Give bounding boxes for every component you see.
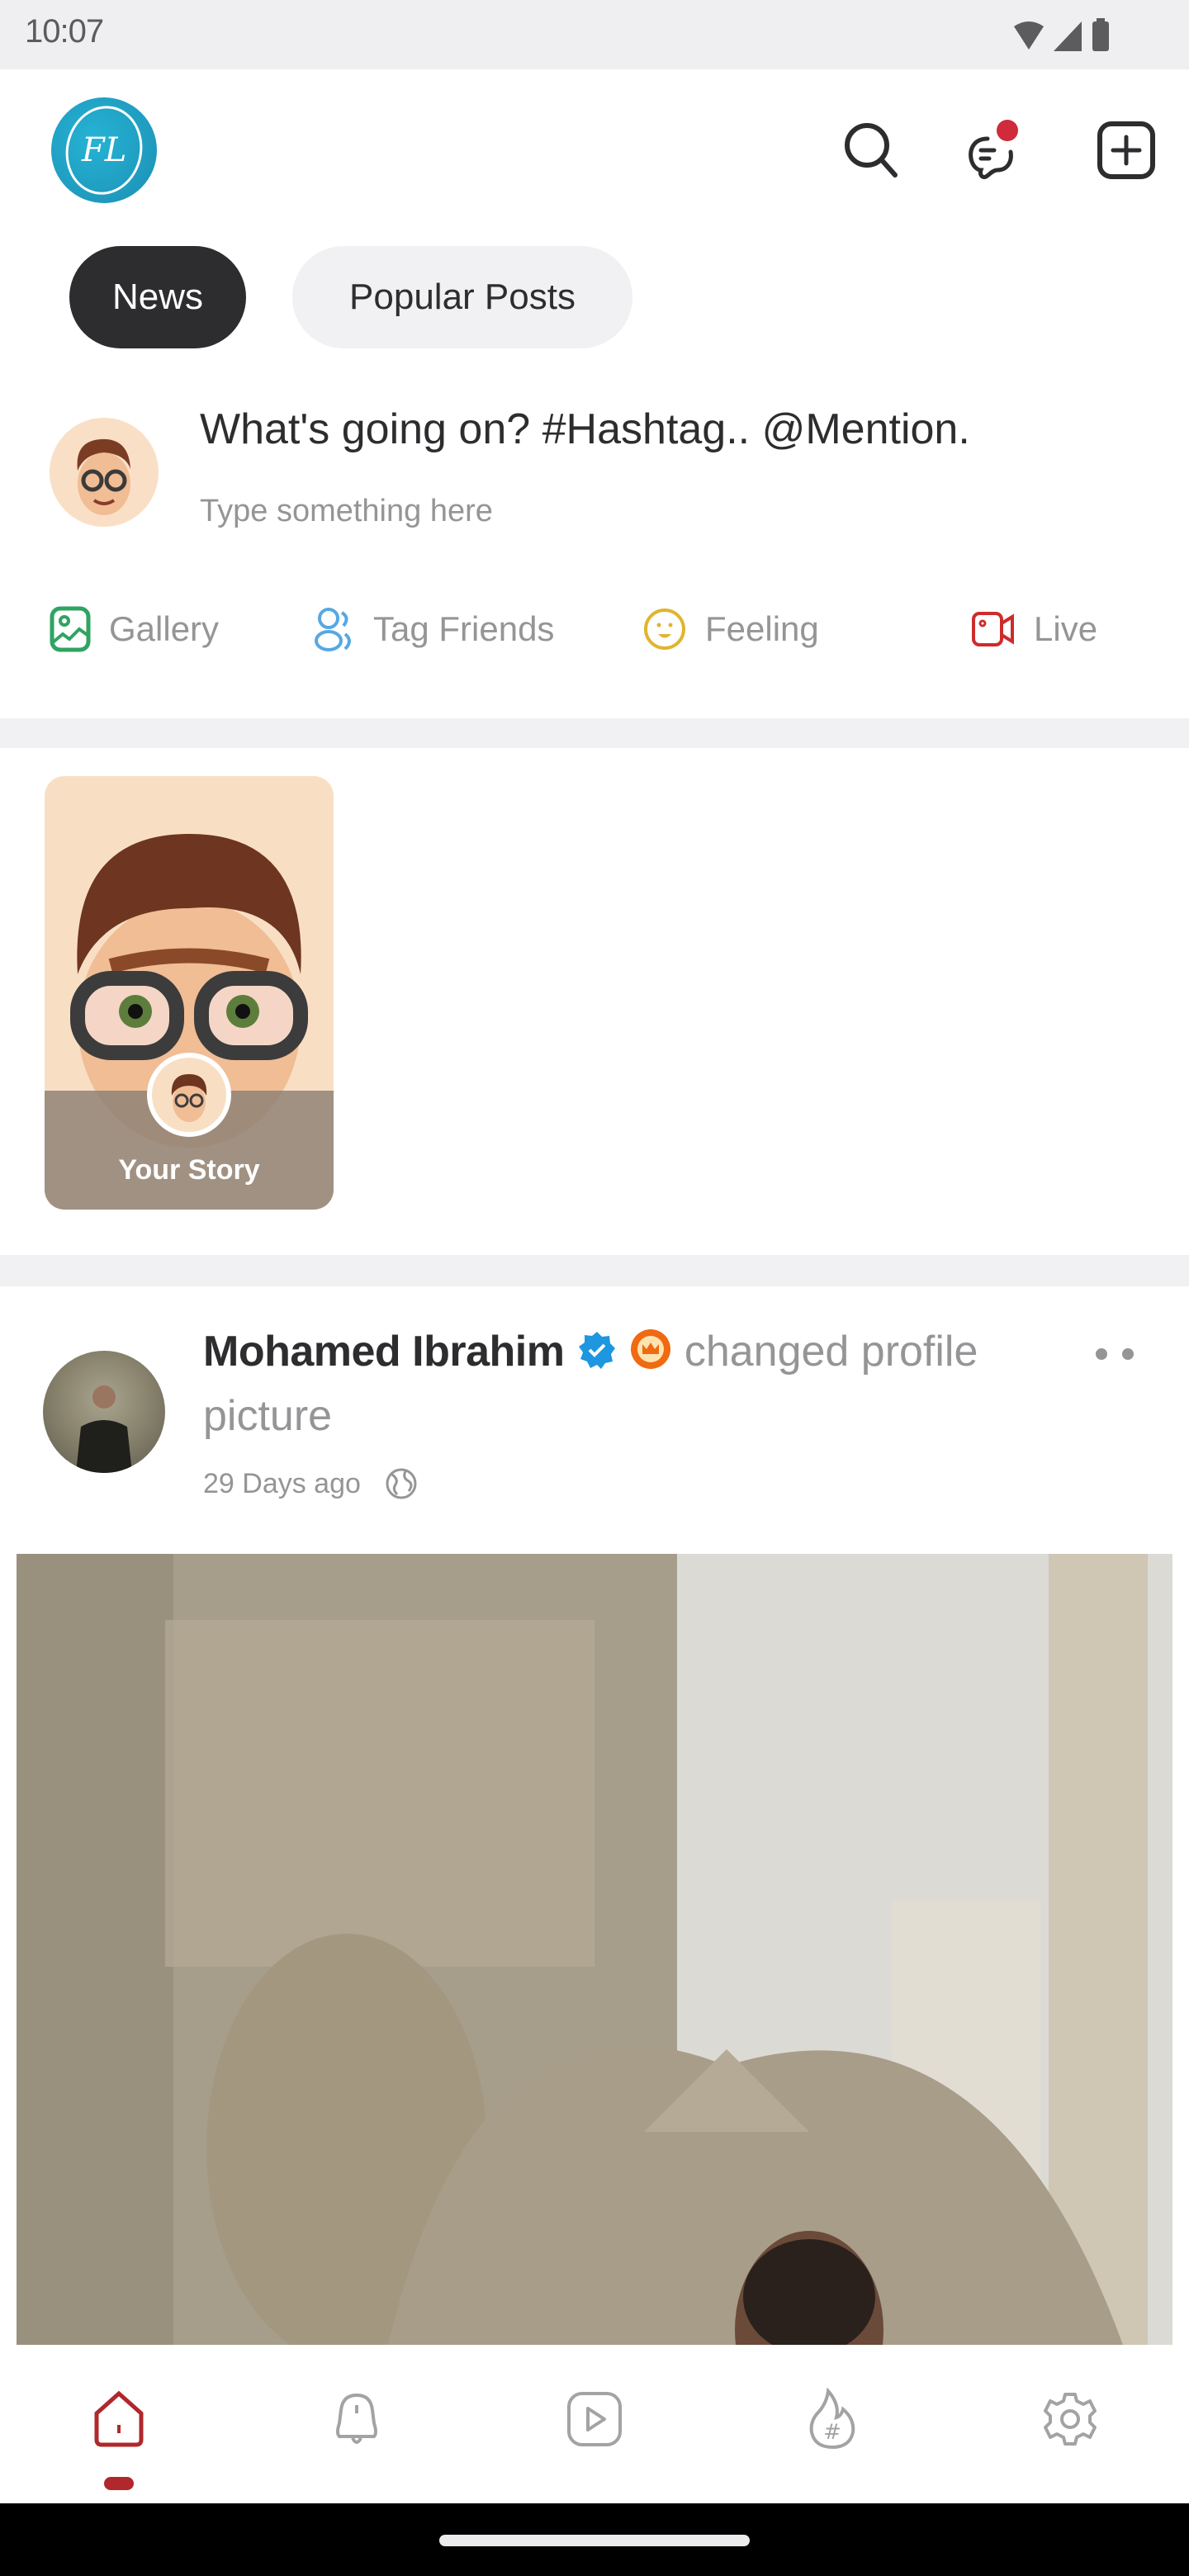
live-video-icon <box>972 612 1014 646</box>
memoji-mini-icon <box>171 1074 207 1122</box>
feeling-label: Feeling <box>705 609 819 648</box>
nav-settings[interactable] <box>1021 2378 1120 2460</box>
battery-icon <box>1092 18 1109 51</box>
verified-badge-icon <box>578 1332 615 1369</box>
tag-friends-button[interactable]: Tag Friends <box>314 603 554 656</box>
composer-avatar[interactable] <box>50 418 159 527</box>
video-play-icon <box>567 2392 622 2446</box>
tab-popular-posts[interactable]: Popular Posts <box>292 246 632 348</box>
system-navigation-bar <box>0 2503 1189 2576</box>
story-owner-avatar <box>147 1053 231 1137</box>
nav-notifications[interactable] <box>307 2378 406 2460</box>
story-label: Your Story <box>118 1154 260 1186</box>
composer-input[interactable]: Type something here <box>200 494 493 529</box>
post-meta: 29 Days ago <box>203 1466 419 1501</box>
memoji-avatar-icon <box>77 438 130 515</box>
gallery-label: Gallery <box>109 609 220 648</box>
app-logo[interactable]: FL <box>51 97 157 203</box>
messages-button[interactable] <box>961 116 1030 185</box>
nav-home[interactable] <box>69 2378 168 2460</box>
gallery-icon <box>50 606 91 652</box>
globe-privacy-icon[interactable] <box>384 1466 419 1501</box>
author-photo <box>76 1385 132 1473</box>
bottom-navigation: # <box>0 2345 1189 2503</box>
post-time: 29 Days ago <box>203 1467 361 1499</box>
search-icon <box>845 123 898 178</box>
home-gesture-handle[interactable] <box>439 2535 750 2546</box>
tag-friends-label: Tag Friends <box>373 609 555 648</box>
home-icon <box>94 2390 144 2447</box>
tab-news[interactable]: News <box>69 246 246 348</box>
create-post-button[interactable] <box>1092 116 1161 185</box>
menu-dot-icon <box>1096 1348 1107 1360</box>
live-button[interactable]: Live <box>971 603 1097 656</box>
nav-trending[interactable]: # <box>783 2378 882 2460</box>
messages-icon <box>969 117 1021 179</box>
post-options-button[interactable] <box>1082 1338 1148 1371</box>
signal-icon <box>1054 21 1082 51</box>
menu-dot-icon <box>1122 1348 1134 1360</box>
messages-badge <box>997 120 1018 141</box>
create-post-icon <box>1097 121 1155 179</box>
svg-text:#: # <box>823 2420 841 2445</box>
status-bar: 10:07 <box>0 0 1189 69</box>
post-headline: Mohamed Ibrahim changed profile picture <box>203 1319 1029 1448</box>
status-time: 10:07 <box>25 13 104 50</box>
section-divider <box>0 718 1189 748</box>
tag-friends-icon <box>315 608 351 651</box>
post-author-name[interactable]: Mohamed Ibrahim <box>203 1328 565 1376</box>
post-image[interactable] <box>17 1554 1172 2345</box>
post-author-avatar[interactable] <box>43 1351 165 1473</box>
live-label: Live <box>1034 609 1098 648</box>
bell-icon <box>336 2393 377 2444</box>
trending-hashtag-icon: # <box>809 2388 855 2450</box>
story-card-your-story[interactable]: Your Story <box>45 776 334 1210</box>
feeling-button[interactable]: Feeling <box>642 603 819 656</box>
pro-crown-badge-icon <box>631 1329 671 1369</box>
logo-text: FL <box>81 130 127 169</box>
gallery-button[interactable]: Gallery <box>50 603 219 656</box>
feeling-icon <box>644 608 685 650</box>
settings-gear-icon <box>1044 2393 1097 2446</box>
post-photo <box>17 1554 1172 2345</box>
search-button[interactable] <box>837 116 907 185</box>
nav-videos[interactable] <box>545 2378 644 2460</box>
composer-prompt[interactable]: What's going on? #Hashtag.. @Mention. <box>200 405 970 454</box>
wifi-icon <box>1014 21 1044 50</box>
logo-ring: FL <box>57 98 151 202</box>
active-tab-indicator <box>104 2477 134 2490</box>
status-icons <box>1012 18 1110 51</box>
section-divider <box>0 1255 1189 1286</box>
